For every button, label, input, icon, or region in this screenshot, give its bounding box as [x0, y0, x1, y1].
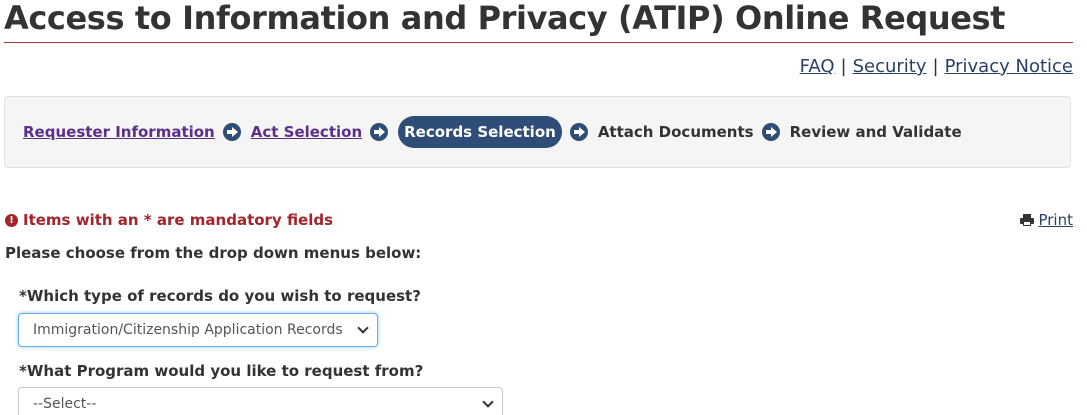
- faq-link[interactable]: FAQ: [800, 56, 835, 77]
- page-title: Access to Information and Privacy (ATIP)…: [4, 0, 1006, 37]
- record-type-selected-value: Immigration/Citizenship Application Reco…: [33, 322, 343, 338]
- arrow-right-circle-icon: [569, 123, 588, 141]
- print-label: Print: [1038, 211, 1073, 229]
- step-requester-information[interactable]: Requester Information: [23, 123, 215, 141]
- security-link[interactable]: Security: [853, 56, 927, 77]
- arrow-right-circle-icon: [222, 123, 241, 141]
- print-button[interactable]: Print: [1020, 211, 1073, 229]
- mandatory-text: Items with an * are mandatory fields: [23, 211, 334, 229]
- privacy-notice-link[interactable]: Privacy Notice: [945, 56, 1073, 77]
- step-attach-documents: Attach Documents: [597, 123, 754, 141]
- form-instructions: Please choose from the drop down menus b…: [5, 244, 422, 262]
- progress-steps: Requester Information Act Selection Reco…: [4, 96, 1071, 168]
- program-select[interactable]: --Select--: [18, 387, 503, 415]
- step-review-and-validate: Review and Validate: [789, 123, 962, 141]
- step-act-selection[interactable]: Act Selection: [251, 123, 362, 141]
- arrow-right-circle-icon: [761, 123, 780, 141]
- chevron-down-icon: [482, 396, 494, 408]
- step-records-selection: Records Selection: [398, 116, 562, 148]
- arrow-right-circle-icon: [370, 123, 389, 141]
- mandatory-notice: ! Items with an * are mandatory fields: [5, 211, 333, 229]
- record-type-select[interactable]: Immigration/Citizenship Application Reco…: [18, 313, 378, 347]
- link-separator: |: [840, 56, 847, 77]
- printer-icon: [1020, 214, 1035, 226]
- title-rule: [4, 42, 1073, 43]
- link-separator: |: [932, 56, 939, 77]
- program-label: *What Program would you like to request …: [19, 362, 424, 380]
- record-type-label: *Which type of records do you wish to re…: [19, 287, 421, 305]
- top-links: FAQ | Security | Privacy Notice: [800, 55, 1073, 79]
- program-selected-value: --Select--: [33, 396, 97, 412]
- step-list: Requester Information Act Selection Reco…: [23, 116, 962, 148]
- exclamation-circle-icon: !: [5, 213, 18, 227]
- chevron-down-icon: [357, 322, 369, 334]
